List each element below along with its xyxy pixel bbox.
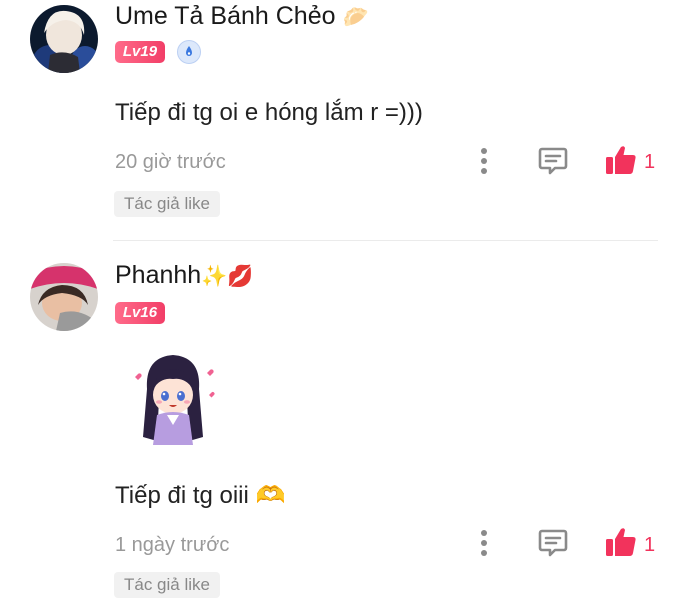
reply-button[interactable]: [537, 146, 569, 176]
comment-item: Phanhh✨💋 Lv16 Tiếp đi tg oiii 🫶 1 ngày t…: [0, 241, 688, 600]
comment-text: Tiếp đi tg oiii 🫶: [115, 482, 286, 509]
avatar-image: [30, 263, 98, 331]
reply-icon: [538, 529, 568, 557]
like-count: 1: [644, 151, 656, 173]
reply-button[interactable]: [537, 528, 569, 558]
reply-icon: [538, 147, 568, 175]
username-text: Ume Tả Bánh Chẻo: [115, 2, 336, 30]
avatar-image: [30, 5, 98, 73]
anime-girl-sticker: [127, 349, 219, 449]
comment-time: 1 ngày trước: [115, 534, 230, 556]
username-emoji: 🥟: [342, 5, 369, 29]
comment-text: Tiếp đi tg oi e hóng lắm r =))): [115, 99, 423, 126]
more-options-button[interactable]: [474, 528, 494, 558]
username[interactable]: Phanhh✨💋: [115, 261, 254, 290]
more-vertical-icon: [481, 148, 487, 174]
username-text: Phanhh: [115, 261, 202, 289]
username-emoji: ✨💋: [201, 264, 254, 288]
more-options-button[interactable]: [474, 146, 494, 176]
more-vertical-icon: [481, 530, 487, 556]
level-badge: Lv16: [115, 302, 165, 324]
like-button[interactable]: [604, 144, 638, 176]
username[interactable]: Ume Tả Bánh Chẻo 🥟: [115, 2, 369, 31]
like-button[interactable]: [604, 526, 638, 558]
verified-badge-icon: [177, 40, 201, 64]
avatar[interactable]: [30, 5, 98, 73]
like-count: 1: [644, 534, 656, 556]
thumbs-up-icon: [606, 528, 636, 556]
author-liked-tag: Tác giả like: [114, 572, 220, 598]
avatar[interactable]: [30, 263, 98, 331]
comment-item: Ume Tả Bánh Chẻo 🥟 Lv19 Tiếp đi tg oi e …: [0, 0, 688, 240]
thumbs-up-icon: [606, 146, 636, 174]
author-liked-tag: Tác giả like: [114, 191, 220, 217]
comment-time: 20 giờ trước: [115, 151, 226, 173]
level-badge: Lv19: [115, 41, 165, 63]
